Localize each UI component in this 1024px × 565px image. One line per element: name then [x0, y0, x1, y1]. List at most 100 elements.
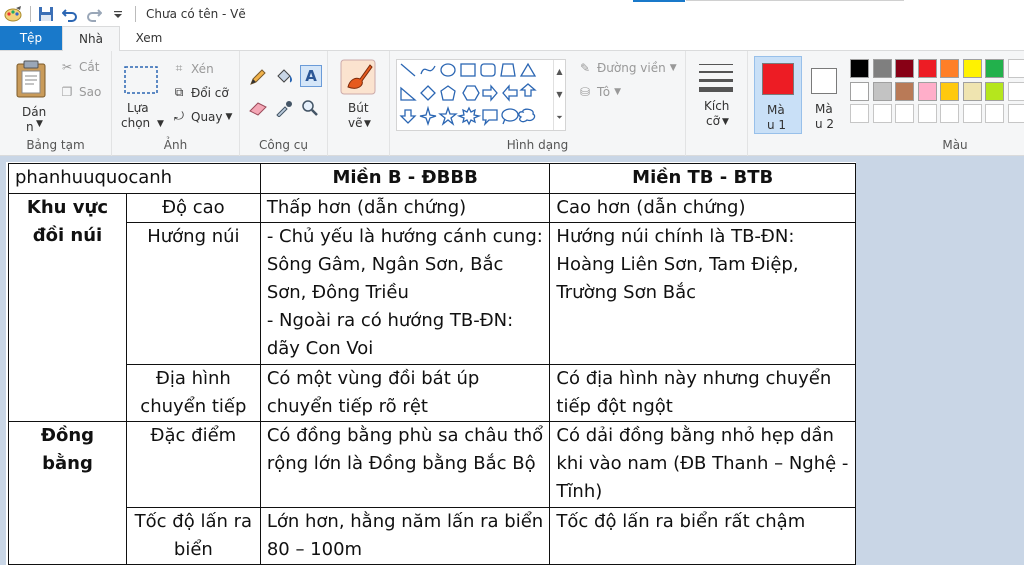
- region-mountain: Khu vực đồi núi: [8, 193, 127, 422]
- table-row: Hướng núi - Chủ yếu là hướng cánh cung: …: [9, 222, 856, 365]
- color-swatch[interactable]: [962, 81, 982, 101]
- region-plain: Đồng bằng: [8, 421, 127, 565]
- custom-color-slot[interactable]: [850, 104, 869, 123]
- pencil-tool[interactable]: [248, 67, 268, 90]
- custom-color-slot[interactable]: [917, 104, 937, 123]
- color-swatch[interactable]: [850, 59, 869, 78]
- table-row: phanhuuquocanh Miền B - ĐBBB Miền TB - B…: [8, 163, 856, 194]
- cell-tb: Có địa hình này nhưng chuyển tiếp đột ng…: [549, 364, 856, 422]
- color1-button[interactable]: Mà u 1: [754, 56, 802, 134]
- chevron-down-icon: ▼: [614, 87, 622, 97]
- color-swatch[interactable]: [985, 81, 1004, 101]
- tab-file[interactable]: Tệp: [0, 26, 62, 50]
- clipboard-group-label: Bảng tạm: [26, 138, 85, 152]
- shapes-gallery[interactable]: ▲ ▼ ⏷: [396, 59, 566, 131]
- paste-label: Dán: [22, 105, 47, 119]
- resize-button[interactable]: ⧉ Đổi cỡ: [170, 85, 229, 100]
- outline-button[interactable]: ✎ Đường viền ▼: [576, 61, 677, 75]
- custom-color-slot[interactable]: [940, 104, 959, 123]
- fill-icon: ⛁: [579, 85, 591, 99]
- resize-label: Đổi cỡ: [191, 85, 229, 100]
- signature-text: phanhuuquocanh: [8, 163, 261, 194]
- color-swatch[interactable]: [895, 81, 914, 101]
- cell-b: Có một vùng đồi bát úp chuyển tiếp rõ rệ…: [259, 364, 551, 422]
- rotate-button[interactable]: ⤾ Quay ▼: [170, 109, 232, 124]
- table-row: Khu vực đồi núi Độ cao Thấp hơn (dẫn chứ…: [8, 193, 856, 422]
- scissors-icon: ✂: [61, 60, 73, 74]
- color-swatch[interactable]: [895, 59, 914, 78]
- text-tool-icon[interactable]: A: [300, 65, 322, 87]
- custom-color-slot[interactable]: [962, 104, 982, 123]
- copy-button[interactable]: ❐ Sao: [58, 85, 102, 99]
- tab-view[interactable]: Xem: [120, 26, 178, 50]
- fill-button[interactable]: ⛁ Tô ▼: [576, 85, 621, 99]
- color-swatch[interactable]: [872, 59, 892, 78]
- custom-color-slot[interactable]: [1007, 81, 1024, 101]
- color-swatch[interactable]: [872, 81, 892, 101]
- color-swatch[interactable]: [917, 81, 937, 101]
- paste-button[interactable]: Dán n ▼: [12, 57, 52, 134]
- shapes-group-label: Hình dạng: [506, 138, 569, 152]
- table-row: Địa hình chuyển tiếp Có một vùng đồi bát…: [9, 364, 856, 422]
- comparison-table: phanhuuquocanh Miền B - ĐBBB Miền TB - B…: [8, 163, 856, 565]
- cut-label: Cắt: [79, 60, 100, 74]
- paste-sub-label: n: [26, 120, 34, 134]
- redo-icon[interactable]: [83, 3, 105, 25]
- row-label: Hướng núi: [125, 222, 261, 365]
- magnifier-tool[interactable]: [300, 99, 320, 120]
- magnifier-icon: [302, 100, 318, 116]
- size-button[interactable]: Kích cỡ ▼: [698, 61, 738, 131]
- chevron-down-icon: ▼: [225, 111, 233, 122]
- title-accent-line: [686, 0, 904, 1]
- cut-button[interactable]: ✂ Cắt: [58, 60, 99, 74]
- group-shapes: ▲ ▼ ⏷ ✎ Đường viền ▼ ⛁ Tô ▼ Hình dạng: [390, 51, 686, 156]
- custom-color-slot[interactable]: [1007, 59, 1024, 78]
- gallery-scroll[interactable]: ▲ ▼ ⏷: [553, 60, 565, 130]
- tab-home[interactable]: Nhà: [62, 26, 120, 51]
- color-swatch[interactable]: [962, 59, 982, 78]
- fill-tool[interactable]: [274, 67, 294, 90]
- undo-icon[interactable]: [59, 3, 81, 25]
- color-picker-tool[interactable]: [274, 99, 294, 120]
- copy-icon: ❐: [61, 85, 73, 99]
- eraser-icon: [249, 102, 267, 116]
- crop-icon: ⌗: [175, 61, 183, 75]
- customize-toolbar-icon[interactable]: [107, 3, 129, 25]
- cell-b: Có đồng bằng phù sa châu thổ rộng lớn là…: [259, 421, 551, 508]
- group-image: Lựa chọn ▼ ⌗ Xén ⧉ Đổi cỡ ⤾ Quay ▼ Ảnh: [112, 51, 240, 156]
- color-swatch[interactable]: [850, 81, 869, 101]
- custom-color-slot[interactable]: [872, 104, 892, 123]
- cell-tb: Cao hơn (dẫn chứng): [549, 193, 856, 223]
- color1-label: Mà: [767, 103, 785, 117]
- color-swatch[interactable]: [940, 81, 959, 101]
- save-icon[interactable]: [35, 3, 57, 25]
- separator: [30, 5, 31, 22]
- quick-access-toolbar: [0, 0, 140, 27]
- table-row: Đồng bằng Đặc điểm Có đồng bằng phù sa c…: [8, 421, 856, 565]
- eraser-tool[interactable]: [248, 99, 268, 120]
- pencil-icon: [250, 69, 266, 85]
- tools-group-label: Công cụ: [259, 138, 308, 152]
- custom-color-slot[interactable]: [1007, 104, 1024, 123]
- color-swatch[interactable]: [940, 59, 959, 78]
- drawing-canvas[interactable]: phanhuuquocanh Miền B - ĐBBB Miền TB - B…: [6, 162, 856, 565]
- color-swatch[interactable]: [985, 59, 1004, 78]
- select-button[interactable]: Lựa chọn ▼: [118, 61, 164, 131]
- chevron-down-icon: ▼: [36, 119, 43, 129]
- color1-swatch: [762, 63, 794, 95]
- color2-label: Mà: [815, 102, 833, 116]
- row-label: Địa hình chuyển tiếp: [125, 364, 261, 422]
- color-swatch[interactable]: [917, 59, 937, 78]
- title-accent-line: [633, 0, 685, 2]
- custom-color-slot[interactable]: [985, 104, 1004, 123]
- color2-sub-label: u 2: [815, 117, 835, 131]
- crop-button[interactable]: ⌗ Xén: [170, 61, 214, 76]
- fill-bucket-icon: [277, 69, 292, 83]
- color2-button[interactable]: Mà u 2: [804, 56, 846, 134]
- table-row: Tốc độ lấn ra biển Lớn hơn, hằng năm lấn…: [9, 507, 856, 565]
- paint-app-icon[interactable]: [2, 3, 24, 25]
- brushes-button[interactable]: Bút vẽ ▼: [340, 59, 380, 130]
- custom-color-slot[interactable]: [895, 104, 914, 123]
- canvas-area[interactable]: phanhuuquocanh Miền B - ĐBBB Miền TB - B…: [0, 157, 1024, 565]
- cell-tb: Tốc độ lấn ra biển rất chậm: [549, 507, 856, 565]
